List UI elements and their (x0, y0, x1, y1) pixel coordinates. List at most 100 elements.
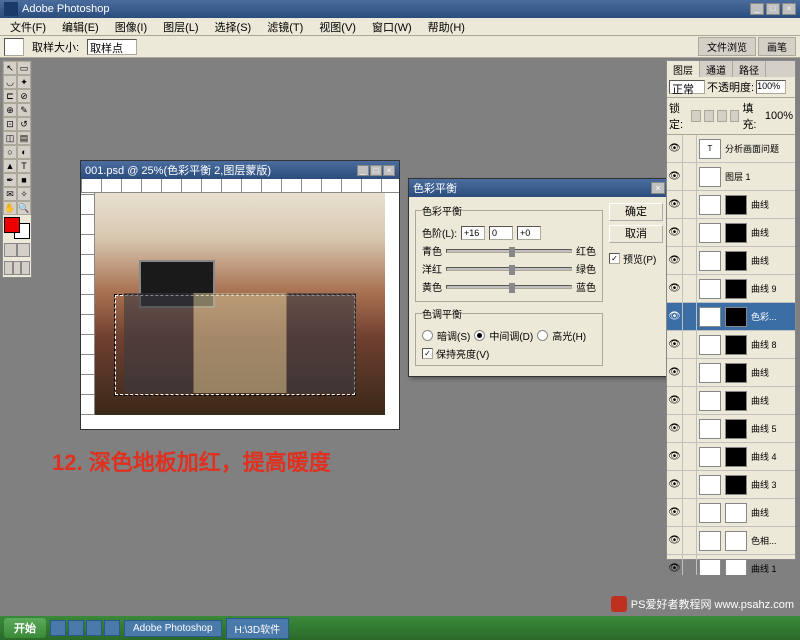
crop-tool[interactable]: ⊏ (3, 89, 17, 103)
layer-thumb[interactable]: T (699, 139, 721, 159)
link-slot[interactable] (683, 135, 697, 163)
mask-thumb[interactable] (725, 419, 747, 439)
visibility-icon[interactable]: 👁 (667, 135, 683, 163)
doc-minimize-icon[interactable]: _ (357, 165, 369, 176)
slice-tool[interactable]: ⊘ (17, 89, 31, 103)
menu-help[interactable]: 帮助(H) (422, 19, 471, 35)
layer-row[interactable]: 👁曲线 (667, 219, 795, 247)
zoom-tool[interactable]: 🔍 (17, 201, 31, 215)
visibility-icon[interactable]: 👁 (667, 415, 683, 443)
link-slot[interactable] (683, 499, 697, 527)
visibility-icon[interactable]: 👁 (667, 303, 683, 331)
canvas[interactable] (95, 193, 385, 415)
dialog-titlebar[interactable]: 色彩平衡 × (409, 179, 669, 197)
visibility-icon[interactable]: 👁 (667, 219, 683, 247)
visibility-icon[interactable]: 👁 (667, 163, 683, 191)
layer-thumb[interactable] (699, 251, 721, 271)
layer-row[interactable]: 👁曲线 (667, 359, 795, 387)
lock-position-icon[interactable] (717, 110, 727, 122)
sample-size-select[interactable]: 取样点 (87, 39, 137, 55)
ql-icon-1[interactable] (50, 620, 66, 636)
minimize-button[interactable]: _ (750, 3, 764, 15)
lock-all-icon[interactable] (730, 110, 740, 122)
menu-file[interactable]: 文件(F) (4, 19, 52, 35)
mask-thumb[interactable] (725, 307, 747, 327)
tab-paths[interactable]: 路径 (733, 61, 766, 77)
blend-mode-select[interactable]: 正常 (669, 80, 705, 94)
layer-row[interactable]: 👁曲线 1 (667, 555, 795, 575)
mask-thumb[interactable] (725, 195, 747, 215)
cancel-button[interactable]: 取消 (609, 225, 663, 243)
taskbar-task-explorer[interactable]: H:\3D软件 (226, 618, 290, 639)
mask-thumb[interactable] (725, 559, 747, 576)
screenmode-toggle[interactable] (4, 261, 30, 275)
visibility-icon[interactable]: 👁 (667, 555, 683, 576)
layer-row[interactable]: 👁曲线 (667, 499, 795, 527)
menu-view[interactable]: 视图(V) (313, 19, 362, 35)
palette-tab-filebrowser[interactable]: 文件浏览 (698, 37, 756, 56)
level-yellow-blue-input[interactable] (517, 226, 541, 240)
layer-thumb[interactable] (699, 307, 721, 327)
tab-channels[interactable]: 通道 (700, 61, 733, 77)
start-button[interactable]: 开始 (4, 618, 46, 638)
menu-select[interactable]: 选择(S) (209, 19, 258, 35)
blur-tool[interactable]: ○ (3, 145, 17, 159)
layer-row[interactable]: 👁色相... (667, 527, 795, 555)
menu-filter[interactable]: 滤镜(T) (261, 19, 309, 35)
taskbar-task-photoshop[interactable]: Adobe Photoshop (124, 620, 222, 637)
highlights-radio[interactable] (537, 330, 548, 341)
ok-button[interactable]: 确定 (609, 203, 663, 221)
cyan-red-slider[interactable] (446, 249, 572, 253)
marquee-tool[interactable]: ▭ (17, 61, 31, 75)
link-slot[interactable] (683, 163, 697, 191)
menu-image[interactable]: 图像(I) (109, 19, 153, 35)
menu-edit[interactable]: 编辑(E) (56, 19, 105, 35)
path-tool[interactable]: ▲ (3, 159, 17, 173)
link-slot[interactable] (683, 415, 697, 443)
palette-tab-brushes[interactable]: 画笔 (758, 37, 796, 56)
fill-input[interactable]: 100% (765, 110, 793, 122)
stamp-tool[interactable]: ⊡ (3, 117, 17, 131)
link-slot[interactable] (683, 191, 697, 219)
lock-pixels-icon[interactable] (704, 110, 714, 122)
visibility-icon[interactable]: 👁 (667, 331, 683, 359)
level-magenta-green-input[interactable] (489, 226, 513, 240)
layer-thumb[interactable] (699, 363, 721, 383)
mask-thumb[interactable] (725, 503, 747, 523)
yellow-blue-slider[interactable] (446, 285, 572, 289)
link-slot[interactable] (683, 219, 697, 247)
lock-transparency-icon[interactable] (691, 110, 701, 122)
link-slot[interactable] (683, 387, 697, 415)
layer-thumb[interactable] (699, 559, 721, 576)
layer-row[interactable]: 👁图层 1 (667, 163, 795, 191)
maximize-button[interactable]: □ (766, 3, 780, 15)
history-brush-tool[interactable]: ↺ (17, 117, 31, 131)
link-slot[interactable] (683, 275, 697, 303)
visibility-icon[interactable]: 👁 (667, 191, 683, 219)
lasso-tool[interactable]: ◡ (3, 75, 17, 89)
dodge-tool[interactable]: ◐ (17, 145, 31, 159)
link-slot[interactable] (683, 527, 697, 555)
color-swatch[interactable] (4, 217, 30, 239)
mask-thumb[interactable] (725, 475, 747, 495)
preview-checkbox[interactable]: ✓ (609, 253, 620, 264)
layer-thumb[interactable] (699, 531, 721, 551)
layer-thumb[interactable] (699, 167, 721, 187)
hand-tool[interactable]: ✋ (3, 201, 17, 215)
pen-tool[interactable]: ✒ (3, 173, 17, 187)
layer-row[interactable]: 👁曲线 8 (667, 331, 795, 359)
menu-layer[interactable]: 图层(L) (157, 19, 204, 35)
mask-thumb[interactable] (725, 391, 747, 411)
close-button[interactable]: × (782, 3, 796, 15)
wand-tool[interactable]: ✦ (17, 75, 31, 89)
visibility-icon[interactable]: 👁 (667, 443, 683, 471)
visibility-icon[interactable]: 👁 (667, 527, 683, 555)
mask-thumb[interactable] (725, 447, 747, 467)
link-slot[interactable] (683, 303, 697, 331)
level-cyan-red-input[interactable] (461, 226, 485, 240)
layer-thumb[interactable] (699, 475, 721, 495)
move-tool[interactable]: ↖ (3, 61, 17, 75)
link-slot[interactable] (683, 471, 697, 499)
type-tool[interactable]: T (17, 159, 31, 173)
layer-row[interactable]: 👁曲线 3 (667, 471, 795, 499)
